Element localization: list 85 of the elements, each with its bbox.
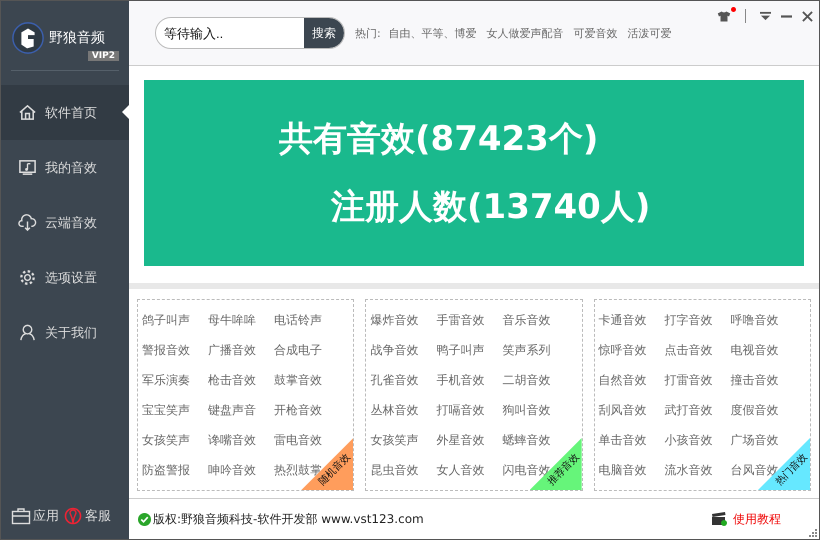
sound-link[interactable]: 度假音效 bbox=[730, 402, 779, 418]
tutorial-link[interactable]: 使用教程 bbox=[733, 510, 781, 528]
sound-link[interactable]: 女孩笑声 bbox=[370, 432, 418, 448]
sound-link[interactable]: 蟋蟀音效 bbox=[502, 432, 550, 448]
sound-link[interactable]: 女人音效 bbox=[436, 462, 484, 478]
sound-link[interactable]: 电话铃声 bbox=[274, 312, 322, 328]
sidebar-item[interactable]: 选项设置 bbox=[1, 250, 129, 305]
logo-icon bbox=[11, 21, 45, 55]
copyright-text: 版权:野狼音频科技-软件开发部 www.vst123.com bbox=[153, 510, 424, 528]
sound-link[interactable]: 广场音效 bbox=[730, 432, 779, 448]
sound-link[interactable]: 二胡音效 bbox=[502, 372, 550, 388]
sound-link[interactable]: 狗叫音效 bbox=[502, 402, 550, 418]
cloud-icon bbox=[18, 213, 37, 232]
resize-grip-icon bbox=[809, 529, 817, 537]
sound-link[interactable]: 枪击音效 bbox=[208, 372, 256, 388]
sound-link[interactable]: 键盘声音 bbox=[208, 402, 256, 418]
home-icon bbox=[18, 103, 37, 122]
sound-link[interactable]: 爆炸音效 bbox=[370, 312, 418, 328]
sound-link[interactable]: 鸭子叫声 bbox=[436, 342, 484, 358]
sound-link[interactable]: 战争音效 bbox=[370, 342, 418, 358]
briefcase-icon bbox=[11, 507, 31, 525]
sound-link[interactable]: 音乐音效 bbox=[502, 312, 550, 328]
clapperboard-icon bbox=[711, 512, 727, 526]
sound-link[interactable]: 昆虫音效 bbox=[370, 462, 418, 478]
sound-link[interactable]: 自然音效 bbox=[598, 372, 647, 388]
sound-link[interactable]: 呼噜音效 bbox=[730, 312, 779, 328]
sidebar-item[interactable]: 软件首页 bbox=[1, 85, 129, 140]
sound-link[interactable]: 笑声系列 bbox=[502, 342, 550, 358]
stat-line: 共有音效(87423个) bbox=[278, 118, 600, 161]
hot-link[interactable]: 可爱音效 bbox=[574, 26, 618, 40]
sound-link[interactable]: 鸽子叫声 bbox=[142, 312, 190, 328]
sound-link[interactable]: 鼓掌音效 bbox=[274, 372, 322, 388]
sound-link[interactable]: 警报音效 bbox=[142, 342, 190, 358]
check-icon bbox=[138, 512, 151, 526]
user-icon bbox=[18, 323, 37, 342]
sound-link[interactable]: 外星音效 bbox=[436, 432, 484, 448]
sound-link[interactable]: 刮风音效 bbox=[598, 402, 647, 418]
sound-link[interactable]: 惊呼音效 bbox=[598, 342, 647, 358]
sound-link[interactable]: 流水音效 bbox=[664, 462, 713, 478]
sidebar-item[interactable]: 云端音效 bbox=[1, 195, 129, 250]
sound-link[interactable]: 电脑音效 bbox=[598, 462, 647, 478]
stat-line: 注册人数(13740人) bbox=[330, 186, 652, 229]
sidebar-item[interactable]: 关于我们 bbox=[1, 305, 129, 360]
shirt-icon[interactable] bbox=[717, 10, 731, 22]
sound-link[interactable]: 雷电音效 bbox=[274, 432, 322, 448]
sidebar-link[interactable]: 客服 bbox=[63, 507, 111, 525]
sound-link[interactable]: 广播音效 bbox=[208, 342, 256, 358]
hot-link[interactable]: 女人做爱声配音 bbox=[486, 26, 564, 40]
sound-link[interactable]: 军乐演奏 bbox=[142, 372, 190, 388]
sound-link[interactable]: 开枪音效 bbox=[274, 402, 322, 418]
sound-link[interactable]: 孔雀音效 bbox=[370, 372, 418, 388]
sound-link[interactable]: 呻吟音效 bbox=[208, 462, 256, 478]
hot-label: 热门: bbox=[355, 26, 381, 40]
sound-link[interactable]: 点击音效 bbox=[664, 342, 713, 358]
sound-link[interactable]: 合成电子 bbox=[274, 342, 322, 358]
hot-link[interactable]: 自由、平等、博爱 bbox=[388, 26, 477, 40]
sound-link[interactable]: 谗嘴音效 bbox=[208, 432, 256, 448]
sound-link[interactable]: 手雷音效 bbox=[436, 312, 484, 328]
sound-link[interactable]: 小孩音效 bbox=[664, 432, 713, 448]
settings-icon bbox=[18, 268, 37, 287]
sound-link[interactable]: 打字音效 bbox=[664, 312, 713, 328]
sound-link[interactable]: 女孩笑声 bbox=[142, 432, 190, 448]
sound-link[interactable]: 卡通音效 bbox=[598, 312, 647, 328]
search-button[interactable]: 搜索 bbox=[304, 18, 344, 48]
sound-link[interactable]: 防盗警报 bbox=[142, 462, 190, 478]
sidebar-item[interactable]: 我的音效 bbox=[1, 140, 129, 195]
app-name: 野狼音频 bbox=[49, 29, 105, 47]
menu-icon[interactable] bbox=[760, 10, 771, 22]
sound-link[interactable]: 打雷音效 bbox=[664, 372, 713, 388]
sound-link[interactable]: 丛林音效 bbox=[370, 402, 418, 418]
sound-link[interactable]: 热烈鼓掌 bbox=[274, 462, 322, 478]
vip-badge: VIP2 bbox=[88, 51, 119, 61]
sidebar-link[interactable]: 应用 bbox=[11, 507, 59, 525]
sound-link[interactable]: 撞击音效 bbox=[730, 372, 779, 388]
search-field[interactable]: 等待输入.. 搜索 bbox=[155, 17, 345, 49]
sound-link[interactable]: 电视音效 bbox=[730, 342, 779, 358]
monitor-icon bbox=[18, 158, 37, 177]
sound-link[interactable]: 手机音效 bbox=[436, 372, 484, 388]
sound-link[interactable]: 宝宝笑声 bbox=[142, 402, 190, 418]
sound-link[interactable]: 打嗝音效 bbox=[436, 402, 484, 418]
sound-link[interactable]: 单击音效 bbox=[598, 432, 647, 448]
close-icon[interactable] bbox=[802, 10, 813, 22]
sound-link[interactable]: 武打音效 bbox=[664, 402, 713, 418]
hot-link[interactable]: 活泼可爱 bbox=[628, 26, 672, 40]
sound-link[interactable]: 母牛哞哞 bbox=[208, 312, 256, 328]
